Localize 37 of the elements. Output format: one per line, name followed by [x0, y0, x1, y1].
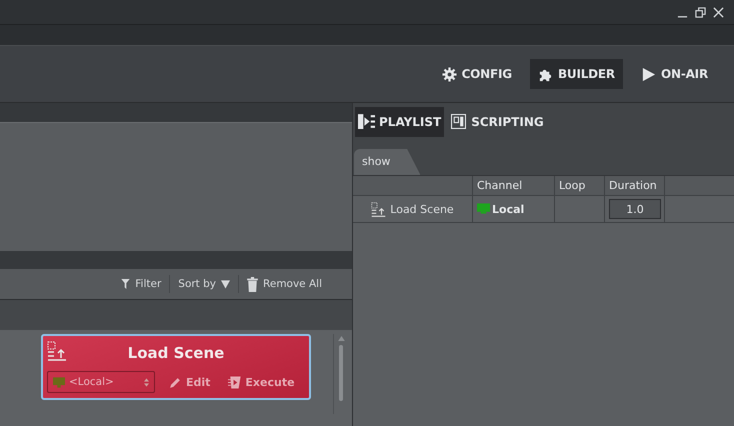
- caret-icon: [221, 279, 230, 289]
- panel-tab[interactable]: PLAYLIST: [355, 106, 444, 136]
- filter-button[interactable]: Filter: [121, 278, 162, 290]
- load-scene-icon: [371, 202, 386, 216]
- trash-icon: [247, 276, 258, 292]
- card-title: Load Scene: [128, 344, 224, 362]
- monitor-icon: [477, 203, 490, 215]
- remove-all-button[interactable]: Remove All: [247, 276, 322, 292]
- action-card[interactable]: Load Scene <Local> Edit Execute: [41, 334, 311, 400]
- execute-icon: [228, 376, 242, 388]
- show-tab[interactable]: show: [354, 149, 420, 175]
- column-header[interactable]: Loop: [555, 176, 605, 195]
- mode-tab[interactable]: CONFIG: [434, 59, 520, 89]
- sort-button[interactable]: Sort by: [178, 278, 230, 290]
- scrollbar[interactable]: [333, 334, 347, 414]
- funnel-icon: [121, 279, 130, 289]
- script-icon: [450, 114, 468, 129]
- play-icon: [640, 66, 656, 82]
- gear-icon: [442, 66, 457, 82]
- duration-field[interactable]: 1.0: [609, 199, 661, 219]
- pencil-icon: [169, 376, 182, 388]
- load-scene-icon: [47, 341, 67, 361]
- edit-button[interactable]: Edit: [165, 376, 214, 388]
- column-header[interactable]: Duration: [605, 176, 665, 195]
- table-cell: Local: [473, 196, 555, 222]
- close-icon[interactable]: [713, 6, 724, 18]
- spinner-icon: [144, 378, 149, 386]
- restore-icon[interactable]: [695, 6, 706, 18]
- monitor-icon: [53, 376, 65, 388]
- mode-tab[interactable]: BUILDER: [530, 59, 623, 89]
- column-header[interactable]: Channel: [473, 176, 555, 195]
- table-cell: Load Scene: [353, 196, 473, 222]
- panel-tab[interactable]: SCRIPTING: [447, 106, 547, 136]
- execute-button[interactable]: Execute: [224, 376, 299, 388]
- playlist-icon: [358, 114, 375, 129]
- channel-select[interactable]: <Local>: [47, 371, 155, 393]
- mode-tab[interactable]: ON-AIR: [632, 59, 716, 89]
